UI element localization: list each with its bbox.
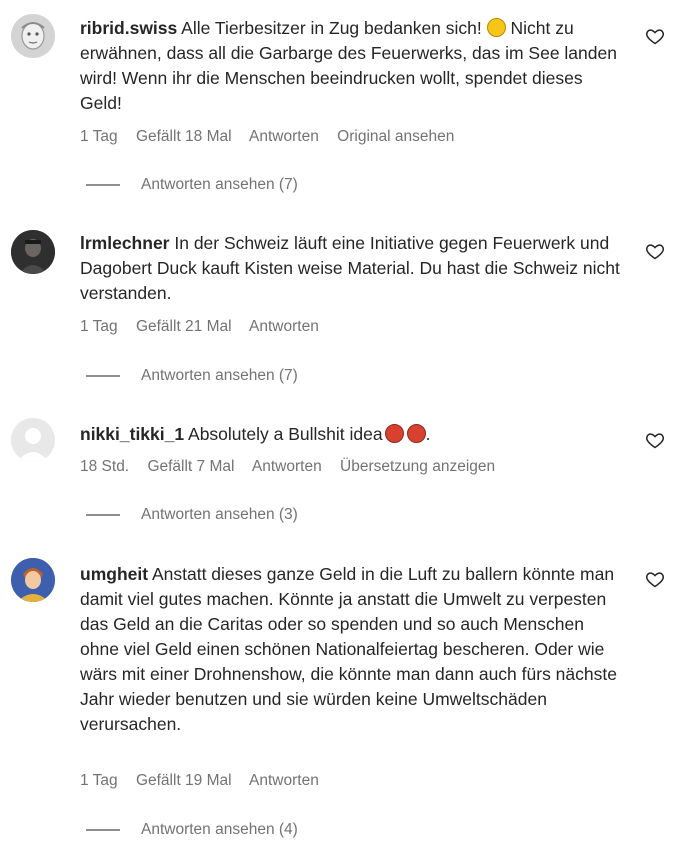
see-translation-button[interactable]: Übersetzung anzeigen (340, 458, 495, 475)
divider-line (86, 514, 120, 516)
comment-text: umgheit Anstatt dieses ganze Geld in die… (80, 564, 617, 734)
avatar[interactable] (11, 230, 55, 274)
timestamp: 18 Std. (80, 458, 130, 475)
divider-line (86, 375, 120, 377)
username[interactable]: lrmlechner (80, 233, 169, 253)
view-replies-button[interactable]: Antworten ansehen (3) (86, 506, 298, 524)
username[interactable]: ribrid.swiss (80, 18, 177, 38)
like-count[interactable]: Gefällt 19 Mal (136, 772, 232, 789)
username[interactable]: umgheit (80, 564, 148, 584)
like-count[interactable]: Gefällt 18 Mal (136, 128, 232, 145)
reply-button[interactable]: Antworten (249, 318, 319, 335)
comment-text: nikki_tikki_1 Absolutely a Bullshit idea… (80, 424, 431, 444)
reply-button[interactable]: Antworten (252, 458, 322, 475)
comment-meta: 1 Tag Gefällt 21 Mal Antworten (80, 318, 333, 336)
cursing-face-emoji-icon (406, 424, 426, 443)
divider-line (86, 184, 120, 186)
like-count[interactable]: Gefällt 21 Mal (136, 318, 232, 335)
username[interactable]: nikki_tikki_1 (80, 424, 184, 444)
dark-photo-avatar-icon (11, 230, 55, 274)
like-heart-icon[interactable] (645, 569, 665, 589)
timestamp: 1 Tag (80, 318, 118, 335)
grey-face-avatar-icon (11, 14, 55, 58)
comment-meta: 18 Std. Gefällt 7 Mal Antworten Übersetz… (80, 458, 509, 476)
reply-button[interactable]: Antworten (249, 128, 319, 145)
avatar[interactable] (11, 558, 55, 602)
like-count[interactable]: Gefällt 7 Mal (147, 458, 234, 475)
comment-meta: 1 Tag Gefällt 18 Mal Antworten Original … (80, 128, 468, 146)
like-heart-icon[interactable] (645, 430, 665, 450)
timestamp: 1 Tag (80, 128, 118, 145)
like-heart-icon[interactable] (645, 241, 665, 261)
cursing-face-emoji-icon (384, 424, 404, 443)
view-replies-button[interactable]: Antworten ansehen (4) (86, 821, 298, 839)
reply-button[interactable]: Antworten (249, 772, 319, 789)
divider-line (86, 829, 120, 831)
comment-text: lrmlechner In der Schweiz läuft eine Ini… (80, 233, 620, 303)
timestamp: 1 Tag (80, 772, 118, 789)
slightly-frowning-face-emoji-icon (486, 18, 506, 37)
view-replies-button[interactable]: Antworten ansehen (7) (86, 176, 298, 194)
view-replies-button[interactable]: Antworten ansehen (7) (86, 367, 298, 385)
avatar[interactable] (11, 14, 55, 58)
comment-text: ribrid.swiss Alle Tierbesitzer in Zug be… (80, 18, 617, 113)
avatar[interactable] (11, 418, 55, 462)
default-user-avatar-icon (11, 418, 55, 462)
cartoon-avatar-icon (11, 558, 55, 602)
see-original-button[interactable]: Original ansehen (337, 128, 454, 145)
like-heart-icon[interactable] (645, 26, 665, 46)
comment-meta: 1 Tag Gefällt 19 Mal Antworten (80, 772, 333, 790)
